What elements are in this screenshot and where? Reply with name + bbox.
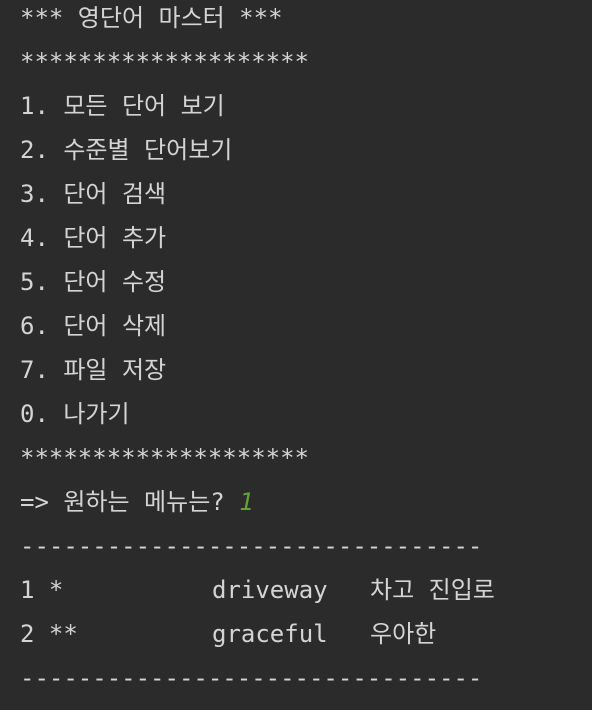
menu-item-5: 5. 단어 수정 [20, 268, 167, 296]
menu-item-1: 1. 모든 단어 보기 [20, 92, 225, 120]
menu-item-3: 3. 단어 검색 [20, 180, 167, 208]
dash-divider-bottom: -------------------------------- [20, 664, 483, 692]
word-meaning: 우아한 [370, 620, 437, 648]
menu-item-7: 7. 파일 저장 [20, 356, 167, 384]
menu-input-value[interactable]: 1 [239, 488, 253, 516]
word-index-level: 1 * [20, 576, 64, 604]
console-output[interactable]: *** 영단어 마스터 *** ******************** 1. … [0, 0, 592, 710]
menu-item-2: 2. 수준별 단어보기 [20, 136, 233, 164]
word-row: 2 ** graceful 우아한 [20, 616, 580, 660]
word-meaning: 차고 진입로 [370, 576, 495, 604]
word-index-level: 2 ** [20, 620, 78, 648]
stars-divider-bottom: ******************** [20, 444, 309, 472]
dash-divider-top: -------------------------------- [20, 532, 483, 560]
menu-item-4: 4. 단어 추가 [20, 224, 167, 252]
menu-item-0: 0. 나가기 [20, 400, 130, 428]
app-title: *** 영단어 마스터 *** [20, 4, 283, 32]
menu-item-6: 6. 단어 삭제 [20, 312, 167, 340]
menu-prompt-line: => 원하는 메뉴는? 1 [20, 484, 254, 528]
word-english: graceful [212, 620, 328, 648]
word-row: 1 * driveway 차고 진입로 [20, 572, 580, 616]
menu-prompt: => 원하는 메뉴는? [20, 488, 240, 516]
stars-divider-top: ******************** [20, 48, 309, 76]
word-english: driveway [212, 576, 328, 604]
